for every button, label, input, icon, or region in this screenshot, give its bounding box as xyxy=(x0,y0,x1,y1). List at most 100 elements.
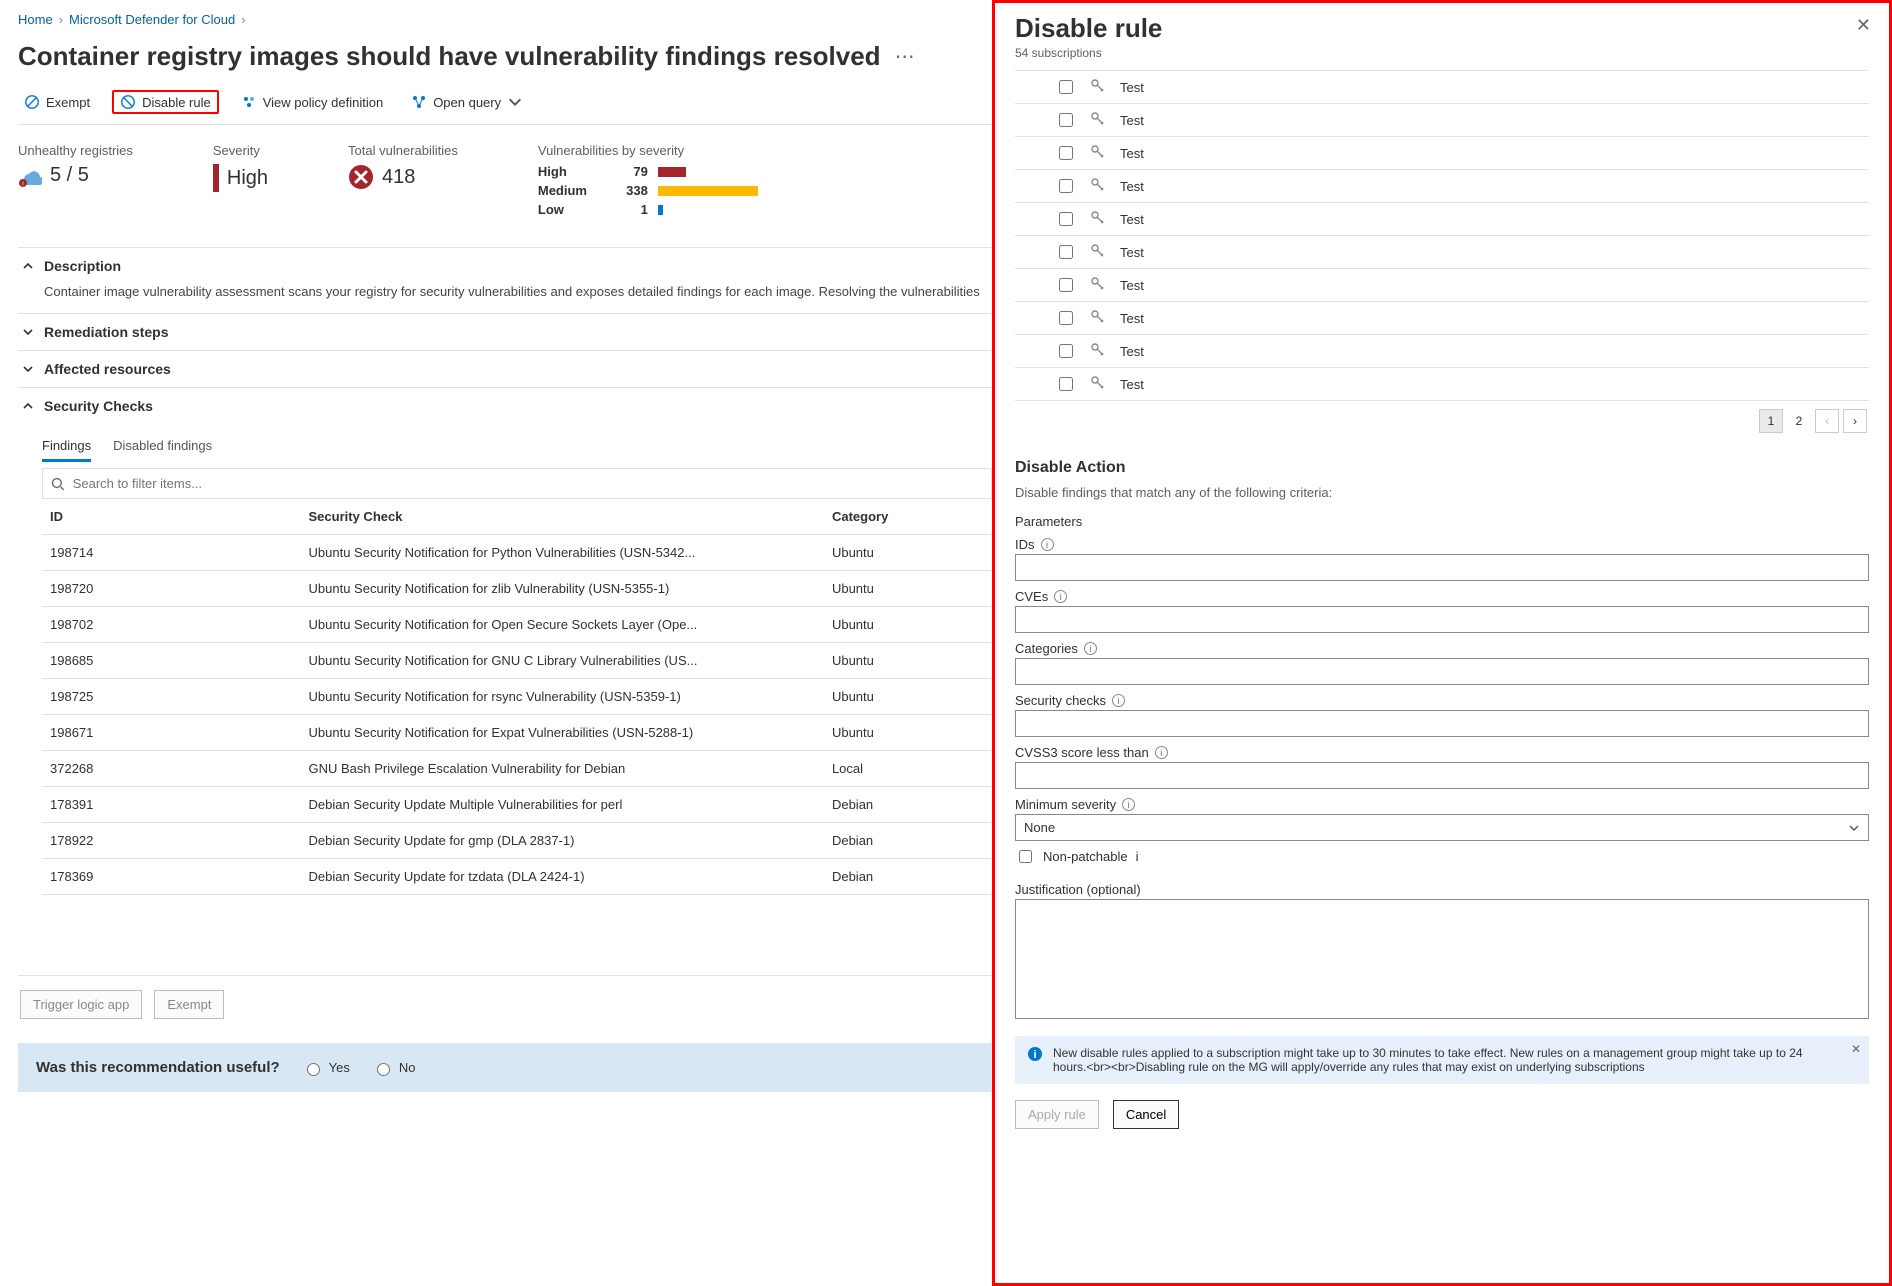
sev-med-count: 338 xyxy=(608,183,648,198)
table-row[interactable]: 198685Ubuntu Security Notification for G… xyxy=(42,643,992,679)
disable-rule-button[interactable]: Disable rule xyxy=(112,90,219,114)
col-security-check[interactable]: Security Check xyxy=(301,499,824,535)
feedback-yes[interactable]: Yes xyxy=(302,1060,350,1076)
table-row[interactable]: 198702Ubuntu Security Notification for O… xyxy=(42,607,992,643)
subscription-row[interactable]: Test xyxy=(1015,137,1869,170)
page-prev[interactable]: ‹ xyxy=(1815,409,1839,433)
apply-rule-button[interactable]: Apply rule xyxy=(1015,1100,1099,1129)
section-security-checks[interactable]: Security Checks xyxy=(18,388,992,424)
cell-security-check: Ubuntu Security Notification for GNU C L… xyxy=(301,643,824,679)
cell-category: Ubuntu xyxy=(824,643,992,679)
minsev-select[interactable]: None xyxy=(1015,814,1869,841)
metric-label: Vulnerabilities by severity xyxy=(538,143,758,158)
findings-search[interactable] xyxy=(42,468,992,499)
tab-findings[interactable]: Findings xyxy=(42,432,91,462)
table-row[interactable]: 198671Ubuntu Security Notification for E… xyxy=(42,715,992,751)
justification-input[interactable] xyxy=(1015,899,1869,1019)
info-icon[interactable]: i xyxy=(1112,694,1125,707)
subscription-row[interactable]: Test xyxy=(1015,335,1869,368)
table-row[interactable]: 198714Ubuntu Security Notification for P… xyxy=(42,535,992,571)
subscription-checkbox[interactable] xyxy=(1059,344,1073,358)
col-category[interactable]: Category xyxy=(824,499,992,535)
subscription-checkbox[interactable] xyxy=(1059,311,1073,325)
subscription-name: Test xyxy=(1120,245,1144,260)
disable-action-help: Disable findings that match any of the f… xyxy=(1015,485,1869,500)
view-policy-button[interactable]: View policy definition xyxy=(235,90,389,114)
close-icon[interactable]: ✕ xyxy=(1851,1042,1861,1056)
subscription-row[interactable]: Test xyxy=(1015,71,1869,104)
page-2[interactable]: 2 xyxy=(1787,409,1811,433)
table-row[interactable]: 178391Debian Security Update Multiple Vu… xyxy=(42,787,992,823)
section-remediation[interactable]: Remediation steps xyxy=(18,314,992,351)
exempt-button-footer[interactable]: Exempt xyxy=(154,990,224,1019)
info-icon[interactable]: i xyxy=(1084,642,1097,655)
subscription-checkbox[interactable] xyxy=(1059,179,1073,193)
feedback-no[interactable]: No xyxy=(372,1060,416,1076)
ids-input[interactable] xyxy=(1015,554,1869,581)
subscription-checkbox[interactable] xyxy=(1059,278,1073,292)
subscription-checkbox[interactable] xyxy=(1059,80,1073,94)
severity-bar-icon xyxy=(213,164,219,192)
subscription-checkbox[interactable] xyxy=(1059,245,1073,259)
sev-low-label: Low xyxy=(538,202,598,217)
subscription-checkbox[interactable] xyxy=(1059,146,1073,160)
subscription-checkbox[interactable] xyxy=(1059,212,1073,226)
section-description[interactable]: Description xyxy=(18,248,992,284)
metric-label: Severity xyxy=(213,143,268,158)
subscription-checkbox[interactable] xyxy=(1059,377,1073,391)
securitychecks-input[interactable] xyxy=(1015,710,1869,737)
subscription-row[interactable]: Test xyxy=(1015,269,1869,302)
table-row[interactable]: 372268GNU Bash Privilege Escalation Vuln… xyxy=(42,751,992,787)
sev-high-bar xyxy=(658,167,686,177)
subscription-row[interactable]: Test xyxy=(1015,170,1869,203)
page-next[interactable]: › xyxy=(1843,409,1867,433)
cancel-button[interactable]: Cancel xyxy=(1113,1100,1179,1129)
panel-subtitle: 54 subscriptions xyxy=(1015,46,1869,60)
cell-id: 198720 xyxy=(42,571,301,607)
key-icon xyxy=(1090,177,1106,196)
table-row[interactable]: 178369Debian Security Update for tzdata … xyxy=(42,859,992,895)
info-icon[interactable]: i xyxy=(1155,746,1168,759)
chevron-down-icon xyxy=(507,94,523,110)
open-query-label: Open query xyxy=(433,95,501,110)
page-1[interactable]: 1 xyxy=(1759,409,1783,433)
info-icon[interactable]: i xyxy=(1054,590,1067,603)
categories-input[interactable] xyxy=(1015,658,1869,685)
key-icon xyxy=(1090,375,1106,394)
cves-input[interactable] xyxy=(1015,606,1869,633)
subscription-name: Test xyxy=(1120,344,1144,359)
more-icon[interactable]: ⋯ xyxy=(895,47,915,67)
subscription-row[interactable]: Test xyxy=(1015,236,1869,269)
cell-security-check: GNU Bash Privilege Escalation Vulnerabil… xyxy=(301,751,824,787)
exempt-button[interactable]: Exempt xyxy=(18,90,96,114)
search-input[interactable] xyxy=(71,475,983,492)
feedback-question: Was this recommendation useful? xyxy=(36,1059,280,1076)
cell-category: Debian xyxy=(824,823,992,859)
cell-category: Debian xyxy=(824,859,992,895)
table-row[interactable]: 198725Ubuntu Security Notification for r… xyxy=(42,679,992,715)
cvss-input[interactable] xyxy=(1015,762,1869,789)
table-row[interactable]: 178922Debian Security Update for gmp (DL… xyxy=(42,823,992,859)
subscription-row[interactable]: Test xyxy=(1015,104,1869,137)
trigger-logic-app-button[interactable]: Trigger logic app xyxy=(20,990,142,1019)
open-query-button[interactable]: Open query xyxy=(405,90,529,114)
table-row[interactable]: 198720Ubuntu Security Notification for z… xyxy=(42,571,992,607)
info-icon[interactable]: i xyxy=(1136,849,1139,864)
subscription-checkbox[interactable] xyxy=(1059,113,1073,127)
close-icon[interactable]: ✕ xyxy=(1856,15,1871,36)
info-banner: i New disable rules applied to a subscri… xyxy=(1015,1036,1869,1084)
info-icon[interactable]: i xyxy=(1122,798,1135,811)
disable-action-heading: Disable Action xyxy=(1015,459,1869,477)
section-affected[interactable]: Affected resources xyxy=(18,351,992,388)
breadcrumb-home[interactable]: Home xyxy=(18,12,53,27)
col-id[interactable]: ID xyxy=(42,499,301,535)
findings-tabs: Findings Disabled findings xyxy=(18,424,992,462)
key-icon xyxy=(1090,111,1106,130)
tab-disabled-findings[interactable]: Disabled findings xyxy=(113,432,212,462)
subscription-row[interactable]: Test xyxy=(1015,203,1869,236)
subscription-row[interactable]: Test xyxy=(1015,302,1869,335)
breadcrumb-mdc[interactable]: Microsoft Defender for Cloud xyxy=(69,12,235,27)
nonpatch-checkbox[interactable] xyxy=(1019,850,1032,863)
subscription-row[interactable]: Test xyxy=(1015,368,1869,401)
info-icon[interactable]: i xyxy=(1041,538,1054,551)
